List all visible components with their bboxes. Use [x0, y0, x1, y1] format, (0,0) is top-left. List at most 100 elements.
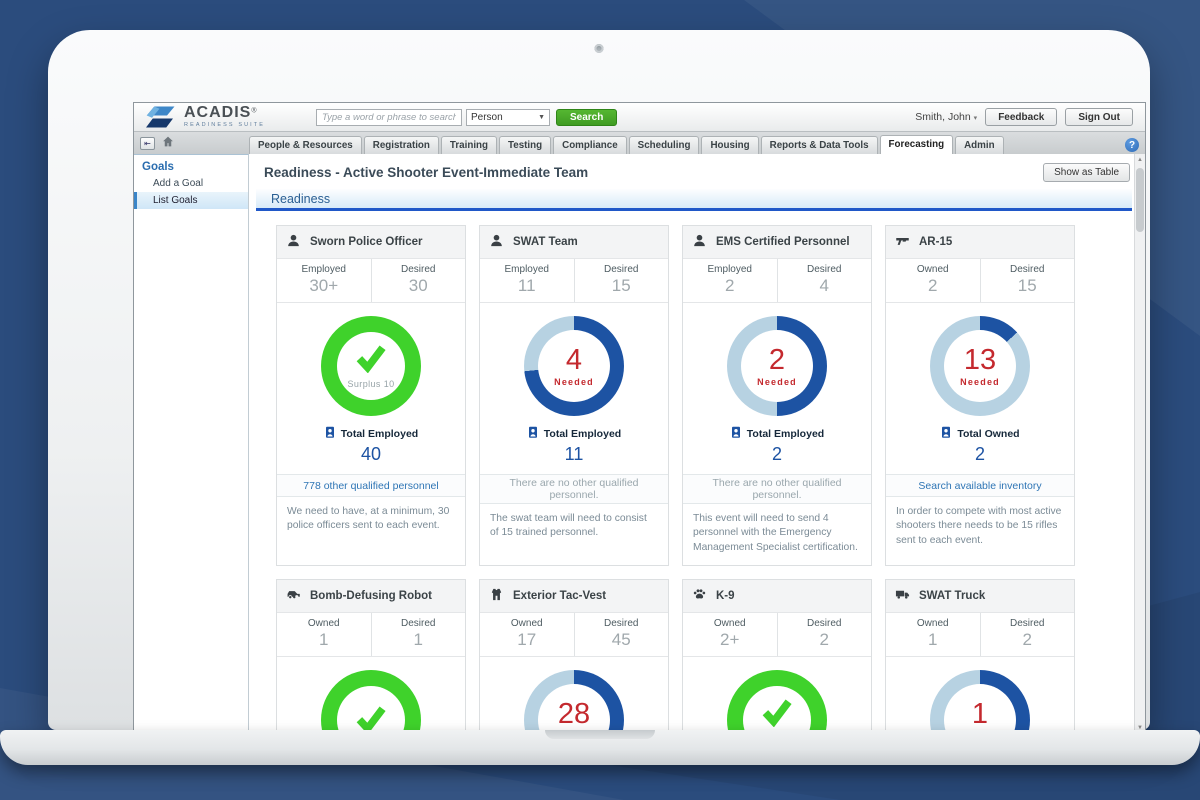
donut-chart-area: 1Needed — [886, 657, 1074, 734]
show-as-table-button[interactable]: Show as Table — [1043, 163, 1130, 182]
card-stats: Owned1Desired2 — [886, 613, 1074, 657]
tab-people-resources[interactable]: People & Resources — [249, 136, 362, 154]
donut-chart: 13Needed — [930, 316, 1030, 416]
card-title: K-9 — [716, 590, 735, 602]
tab-admin[interactable]: Admin — [955, 136, 1003, 154]
check-icon — [354, 343, 388, 376]
total-section: Total Employed2 — [683, 416, 871, 465]
vertical-scrollbar[interactable]: ▲ ▼ — [1134, 154, 1145, 734]
stat-value: 2 — [683, 276, 777, 296]
signout-button[interactable]: Sign Out — [1065, 108, 1133, 126]
stat-label: Desired — [778, 264, 872, 275]
donut-chart: 4Needed — [524, 316, 624, 416]
card-footer-link[interactable]: 778 other qualified personnel — [277, 474, 465, 497]
home-icon[interactable] — [161, 135, 175, 151]
laptop-base — [0, 730, 1200, 765]
stat-desired: Desired4 — [777, 259, 872, 302]
search-button[interactable]: Search — [556, 109, 617, 126]
sidebar-item-add-a-goal[interactable]: Add a Goal — [134, 175, 248, 192]
donut-chart-area — [277, 657, 465, 734]
stat-label: Desired — [372, 264, 466, 275]
stat-desired: Desired45 — [574, 613, 669, 656]
stat-value: 1 — [372, 630, 466, 650]
check-icon — [760, 697, 794, 730]
feedback-button[interactable]: Feedback — [985, 108, 1057, 126]
card-header: EMS Certified Personnel — [683, 226, 871, 259]
total-label: Total Employed — [341, 428, 418, 440]
stat-desired: Desired15 — [980, 259, 1075, 302]
truck-icon — [895, 587, 910, 605]
resource-card-ar-15: AR-15Owned2Desired1513NeededTotal Owned2… — [885, 225, 1075, 566]
stat-label: Owned — [277, 618, 371, 629]
total-value: 2 — [772, 444, 782, 465]
stat-desired: Desired2 — [980, 613, 1075, 656]
donut-center: 1Needed — [944, 684, 1016, 734]
tab-scheduling[interactable]: Scheduling — [629, 136, 700, 154]
laptop-base-notch — [545, 730, 655, 739]
user-menu[interactable]: Smith, John ▾ — [915, 111, 977, 123]
donut-chart: 2Needed — [727, 316, 827, 416]
readiness-cards-grid: Sworn Police OfficerEmployed30+Desired30… — [249, 211, 1134, 734]
card-title: Exterior Tac-Vest — [513, 590, 606, 602]
stat-label: Owned — [886, 264, 980, 275]
logo-subtitle: READINESS SUITE — [184, 123, 265, 129]
card-stats: Owned2Desired15 — [886, 259, 1074, 303]
card-stats: Owned1Desired1 — [277, 613, 465, 657]
card-header: K-9 — [683, 580, 871, 613]
donut-center: 4Needed — [538, 330, 610, 402]
tab-training[interactable]: Training — [441, 136, 497, 154]
card-stats: Employed30+Desired30 — [277, 259, 465, 303]
card-footer-link[interactable]: Search available inventory — [886, 474, 1074, 497]
donut-chart-area: Surplus 12 — [683, 657, 871, 734]
total-value: 11 — [565, 444, 584, 465]
search-input[interactable] — [316, 109, 462, 126]
tab-compliance[interactable]: Compliance — [553, 136, 627, 154]
scroll-up-icon[interactable]: ▲ — [1135, 154, 1145, 166]
needed-label: Needed — [554, 377, 594, 387]
stat-owned: Owned17 — [480, 613, 574, 656]
total-badge-icon — [324, 426, 336, 442]
tab-forecasting[interactable]: Forecasting — [880, 135, 954, 154]
card-stats: Employed11Desired15 — [480, 259, 668, 303]
stat-owned: Owned1 — [886, 613, 980, 656]
stat-value: 17 — [480, 630, 574, 650]
stat-label: Employed — [277, 264, 371, 275]
stat-label: Employed — [683, 264, 777, 275]
stat-label: Desired — [778, 618, 872, 629]
total-badge-icon — [730, 426, 742, 442]
stat-owned: Owned2 — [886, 259, 980, 302]
sidebar-item-list-goals[interactable]: List Goals — [134, 192, 248, 209]
card-footer-note: There are no other qualified personnel. — [683, 474, 871, 504]
search-category-value: Person — [471, 112, 503, 123]
tab-registration[interactable]: Registration — [364, 136, 439, 154]
total-section: Total Employed40 — [277, 416, 465, 465]
card-title: Bomb-Defusing Robot — [310, 590, 432, 602]
stat-owned: Owned2+ — [683, 613, 777, 656]
rifle-icon — [895, 233, 910, 251]
tab-testing[interactable]: Testing — [499, 136, 551, 154]
stat-desired: Desired30 — [371, 259, 466, 302]
total-label: Total Employed — [544, 428, 621, 440]
sidebar-header-goals[interactable]: Goals — [134, 159, 248, 175]
resource-card-swat-team: SWAT TeamEmployed11Desired154NeededTotal… — [479, 225, 669, 566]
donut-chart — [321, 670, 421, 734]
stat-value: 4 — [778, 276, 872, 296]
card-stats: Owned17Desired45 — [480, 613, 668, 657]
help-icon[interactable]: ? — [1125, 138, 1139, 152]
total-badge-icon — [940, 426, 952, 442]
card-header: Sworn Police Officer — [277, 226, 465, 259]
resource-card-swat-truck: SWAT TruckOwned1Desired21NeededTotal Own… — [885, 579, 1075, 734]
resource-card-bomb-defusing-robot: Bomb-Defusing RobotOwned1Desired1Total O… — [276, 579, 466, 734]
total-section: Total Owned2 — [886, 416, 1074, 465]
chevron-down-icon: ▼ — [538, 114, 545, 121]
tab-reports-data-tools[interactable]: Reports & Data Tools — [761, 136, 878, 154]
search-category-select[interactable]: Person ▼ — [466, 109, 550, 126]
scrollbar-thumb[interactable] — [1136, 168, 1144, 232]
needed-label: Needed — [960, 377, 1000, 387]
total-section: Total Employed 11 — [480, 416, 668, 465]
total-badge-icon — [527, 426, 539, 442]
collapse-sidebar-icon[interactable]: ⇤ — [140, 137, 155, 150]
person-icon — [286, 233, 301, 251]
card-stats: Owned2+Desired2 — [683, 613, 871, 657]
tab-housing[interactable]: Housing — [701, 136, 758, 154]
